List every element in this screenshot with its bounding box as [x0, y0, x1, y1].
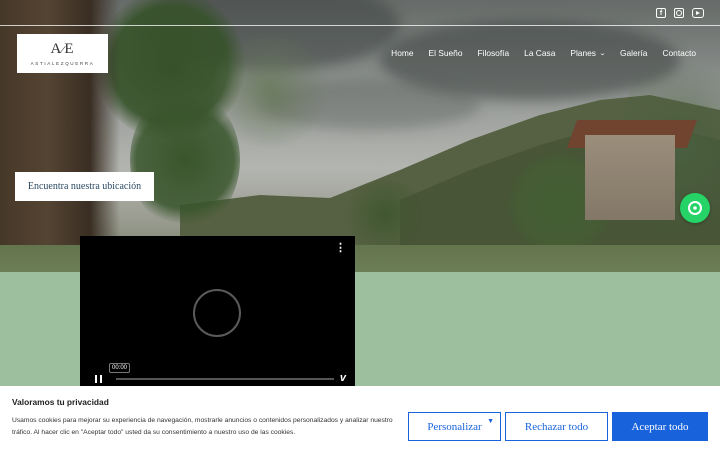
cookie-title: Valoramos tu privacidad — [12, 397, 109, 407]
pause-icon[interactable] — [95, 375, 102, 383]
nav-item-galeria[interactable]: Galería — [620, 48, 647, 58]
chevron-down-icon: ⌄ — [598, 50, 607, 57]
nav-item-filosofia[interactable]: Filosofía — [478, 48, 510, 58]
caret-down-icon: ▼ — [487, 417, 494, 425]
cookie-banner: Valoramos tu privacidad Usamos cookies p… — [0, 386, 720, 450]
loading-spinner-icon — [193, 289, 241, 337]
customize-button[interactable]: Personalizar ▼ — [408, 412, 501, 441]
more-options-icon[interactable]: ⋮ — [335, 243, 346, 254]
vimeo-icon[interactable]: v — [340, 372, 346, 384]
social-links: f — [656, 8, 704, 18]
video-progress-bar[interactable] — [116, 378, 334, 380]
nav-item-contacto[interactable]: Contacto — [662, 48, 696, 58]
instagram-icon[interactable] — [674, 8, 684, 18]
logo-monogram: A/E — [50, 40, 75, 57]
find-location-button[interactable]: Encuentra nuestra ubicación — [15, 172, 154, 201]
logo-brand-text: ASTIALEZQUERRA — [30, 60, 95, 66]
video-player[interactable]: ⋮ 00:00 v — [80, 236, 355, 388]
site-logo[interactable]: A/E ASTIALEZQUERRA — [17, 34, 108, 73]
nav-item-la-casa[interactable]: La Casa — [524, 48, 555, 58]
nav-item-label: Planes — [570, 48, 596, 58]
youtube-icon[interactable] — [692, 8, 704, 18]
whatsapp-icon[interactable] — [680, 193, 710, 223]
nav-item-el-sueno[interactable]: El Sueño — [429, 48, 463, 58]
cookie-description: Usamos cookies para mejorar su experienc… — [12, 417, 393, 436]
main-nav: Home El Sueño Filosofía La Casa Planes ⌄… — [376, 48, 696, 58]
accept-all-button[interactable]: Aceptar todo — [612, 412, 708, 441]
header-divider — [0, 25, 720, 26]
hero-background — [0, 0, 720, 272]
reject-all-button[interactable]: Rechazar todo — [505, 412, 608, 441]
nav-item-planes[interactable]: Planes ⌄ — [570, 48, 607, 58]
nav-item-home[interactable]: Home — [391, 48, 413, 58]
video-timestamp: 00:00 — [109, 363, 131, 373]
facebook-icon[interactable]: f — [656, 8, 666, 18]
customize-label: Personalizar — [427, 420, 482, 433]
